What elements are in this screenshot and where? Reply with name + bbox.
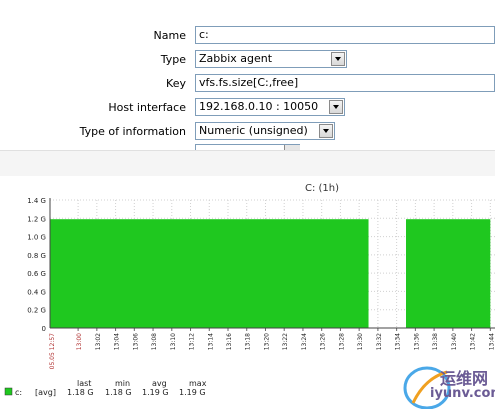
type-select-value: Zabbix agent (199, 52, 273, 65)
chevron-down-icon (331, 52, 345, 66)
x-tick-label: 13:42 (470, 333, 477, 350)
legend-value-last: 1.18 G (67, 388, 94, 397)
legend-value-min: 1.18 G (105, 388, 132, 397)
name-label: Name (153, 29, 186, 42)
legend: last min avg max c: [avg] 1.18 G 1.18 G 1.19 G 1.… (4, 379, 207, 397)
x-tick-label: 13:18 (245, 333, 252, 350)
legend-header-max: max (189, 379, 207, 388)
form-row-name: Name c: (0, 26, 495, 46)
y-tick-labels: 0 0.2 G 0.4 G 0.6 G 0.8 G 1.0 G 1.2 G 1.4 G (27, 197, 46, 333)
x-tick-label: 13:32 (376, 333, 383, 350)
item-form: Name c: Type Zabbix agent Key vfs.fs.siz… (0, 0, 495, 151)
x-tick-label: 13:44 (488, 333, 495, 350)
separator (0, 150, 495, 177)
x-tick-label: 13:08 (151, 333, 158, 350)
y-tick-label: 1.0 G (27, 234, 46, 242)
legend-value-max: 1.19 G (179, 388, 206, 397)
chart-title: C: (1h) (305, 183, 339, 194)
watermark-url: iyunv.com (430, 386, 495, 401)
legend-series-name: c: (15, 388, 22, 397)
type-of-information-select[interactable]: Numeric (unsigned) (195, 122, 335, 140)
y-tick-label: 0.8 G (27, 252, 46, 260)
series-area-segment (50, 219, 369, 328)
legend-func: [avg] (35, 388, 56, 397)
x-tick-label: 13:40 (451, 333, 458, 350)
legend-header-last: last (77, 379, 91, 388)
x-tick-label: 13:12 (189, 333, 196, 350)
x-tick-label: 13:28 (338, 333, 345, 350)
chevron-down-icon (319, 124, 333, 138)
y-tick-label: 0.6 G (27, 270, 46, 278)
x-tick-label: 13:16 (226, 333, 233, 350)
key-input[interactable]: vfs.fs.size[C:,free] (195, 74, 495, 92)
key-label: Key (166, 77, 186, 90)
x-tick-label: 13:30 (357, 333, 364, 350)
x-tick-label: 13:36 (413, 333, 420, 350)
host-interface-label: Host interface (108, 101, 186, 114)
y-tick-label: 0.4 G (27, 288, 46, 296)
x-tick-label: 13:34 (395, 333, 402, 350)
y-tick-label: 1.2 G (27, 215, 46, 223)
series-area-segment (406, 219, 491, 328)
series-areas (50, 219, 491, 328)
form-row-host-interface: Host interface 192.168.0.10 : 10050 (0, 98, 495, 118)
host-interface-select[interactable]: 192.168.0.10 : 10050 (195, 98, 345, 116)
host-interface-select-value: 192.168.0.10 : 10050 (199, 100, 319, 113)
type-of-information-select-value: Numeric (unsigned) (199, 124, 308, 137)
form-row-type: Type Zabbix agent (0, 50, 495, 70)
x-tick-label: 13:02 (95, 333, 102, 350)
type-select[interactable]: Zabbix agent (195, 50, 347, 68)
legend-swatch (4, 387, 13, 396)
x-tick-label: 13:38 (432, 333, 439, 350)
x-tick-label: 13:06 (132, 333, 139, 350)
legend-value-avg: 1.19 G (142, 388, 169, 397)
name-input[interactable]: c: (195, 26, 495, 44)
x-start-label: 05.05 12:57 (49, 333, 56, 370)
legend-header-avg: avg (152, 379, 167, 388)
x-tick-label: 13:26 (320, 333, 327, 350)
form-row-type-of-information: Type of information Numeric (unsigned) (0, 122, 495, 142)
x-tick-label: 13:00 (76, 333, 83, 350)
type-of-information-label: Type of information (79, 125, 186, 138)
y-tick-label: 0 (42, 325, 46, 333)
x-tick-label: 13:22 (282, 333, 289, 350)
form-row-key: Key vfs.fs.size[C:,free] (0, 74, 495, 94)
y-tick-label: 0.2 G (27, 307, 46, 315)
chevron-down-icon (329, 100, 343, 114)
x-tick-label: 13:14 (207, 333, 214, 350)
x-tick-label: 13:10 (170, 333, 177, 350)
x-tick-label: 13:04 (114, 333, 121, 350)
x-tick-label: 13:20 (263, 333, 270, 350)
y-tick-label: 1.4 G (27, 197, 46, 205)
x-tick-label: 13:24 (301, 333, 308, 350)
type-label: Type (160, 53, 186, 66)
legend-header-min: min (115, 379, 130, 388)
